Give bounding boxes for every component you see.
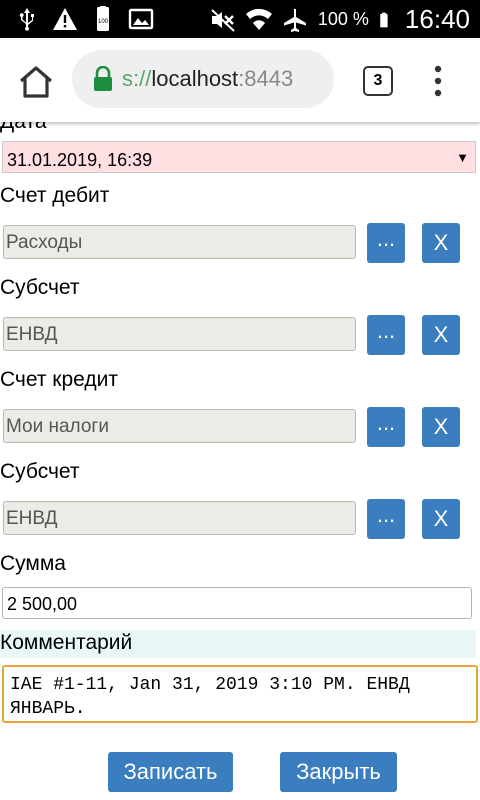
comment-textarea[interactable]: IAE #1-11, Jan 31, 2019 3:10 PM. ЕНВД ЯН… [2, 665, 478, 723]
clock: 16:40 [404, 4, 470, 34]
battery-icon [380, 12, 388, 27]
amount-input[interactable]: 2 500,00 [2, 587, 472, 619]
battery-percent: 100 % [317, 9, 369, 29]
url-scheme: s:// [122, 66, 152, 91]
home-icon[interactable] [16, 62, 56, 102]
debit-subaccount-clear-button[interactable]: X [422, 315, 460, 355]
lock-icon [94, 66, 112, 91]
credit-account-label: Счет кредит [0, 368, 118, 391]
date-value: 31.01.2019, 16:39 [7, 150, 153, 170]
url-port: :8443 [238, 66, 294, 91]
credit-subaccount-label: Субсчет [0, 460, 80, 483]
debit-subaccount-field[interactable]: ЕНВД [3, 317, 356, 351]
battery-small-icon: 100 [97, 6, 109, 31]
date-select[interactable]: 31.01.2019, 16:39 ▼ [2, 141, 476, 173]
debit-account-label: Счет дебит [0, 184, 110, 207]
notification-icons: 100 [14, 6, 154, 32]
wifi-icon [245, 8, 272, 30]
url-host: localhost [151, 66, 239, 91]
more-menu-icon[interactable] [430, 64, 446, 98]
status-bar: 100 100 % 16:40 [0, 0, 480, 38]
image-icon [128, 8, 154, 30]
debit-subaccount-label: Субсчет [0, 276, 80, 299]
credit-account-pick-button[interactable]: ... [367, 407, 405, 447]
date-label: Дата [0, 122, 47, 134]
debit-subaccount-pick-button[interactable]: ... [367, 315, 405, 355]
amount-label: Сумма [0, 552, 66, 575]
save-button[interactable]: Записать [108, 752, 233, 792]
mute-icon [211, 8, 235, 32]
address-bar[interactable]: s://localhost:8443 [72, 50, 334, 108]
svg-text:100: 100 [98, 19, 109, 25]
debit-account-pick-button[interactable]: ... [367, 223, 405, 263]
debit-account-field[interactable]: Расходы [3, 225, 356, 259]
usb-icon [19, 8, 34, 31]
url-text: s://localhost:8443 [122, 66, 293, 92]
dropdown-arrow-icon: ▼ [456, 150, 469, 165]
credit-subaccount-clear-button[interactable]: X [422, 499, 460, 539]
close-button[interactable]: Закрыть [280, 752, 397, 792]
credit-account-clear-button[interactable]: X [422, 407, 460, 447]
tab-switcher-button[interactable]: 3 [363, 66, 393, 96]
airplane-icon [283, 8, 306, 32]
transaction-form: Дата 31.01.2019, 16:39 ▼ Счет дебит Расх… [0, 122, 480, 800]
credit-subaccount-pick-button[interactable]: ... [367, 499, 405, 539]
warning-icon [53, 8, 77, 30]
credit-account-field[interactable]: Мои налоги [3, 409, 356, 443]
browser-toolbar: s://localhost:8443 3 [0, 38, 480, 122]
comment-label: Комментарий [0, 630, 476, 658]
system-icons: 100 % 16:40 [210, 4, 470, 35]
debit-account-clear-button[interactable]: X [422, 223, 460, 263]
credit-subaccount-field[interactable]: ЕНВД [3, 501, 356, 535]
